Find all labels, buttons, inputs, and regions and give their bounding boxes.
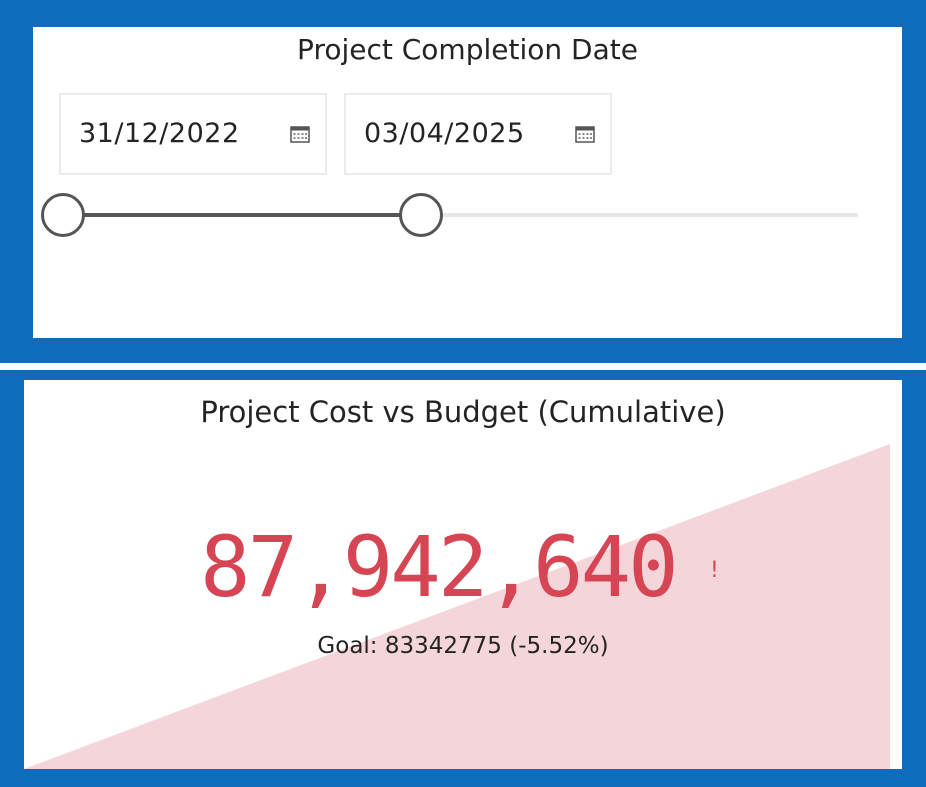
slider-end-handle[interactable] xyxy=(398,193,443,237)
date-range-slider-fill xyxy=(63,213,421,217)
date-slicer-card: Project Completion Date 31/12/2022 03/04… xyxy=(33,27,902,338)
slicer-title: Project Completion Date xyxy=(297,33,638,66)
date-range-slider-track[interactable] xyxy=(63,213,858,217)
end-date-value: 03/04/2025 xyxy=(364,118,525,149)
kpi-card: Project Cost vs Budget (Cumulative) 87,9… xyxy=(24,380,902,769)
end-date-field[interactable]: 03/04/2025 xyxy=(344,93,612,175)
kpi-goal: Goal: 83342775 (-5.52%) xyxy=(317,633,609,659)
calendar-icon[interactable] xyxy=(575,125,595,143)
slider-start-handle[interactable] xyxy=(41,193,85,237)
kpi-title: Project Cost vs Budget (Cumulative) xyxy=(200,395,726,429)
kpi-alert-icon: ! xyxy=(710,558,719,583)
kpi-value: 87,942,640 xyxy=(200,518,679,616)
start-date-value: 31/12/2022 xyxy=(79,118,240,149)
calendar-icon[interactable] xyxy=(290,125,310,143)
start-date-field[interactable]: 31/12/2022 xyxy=(59,93,327,175)
